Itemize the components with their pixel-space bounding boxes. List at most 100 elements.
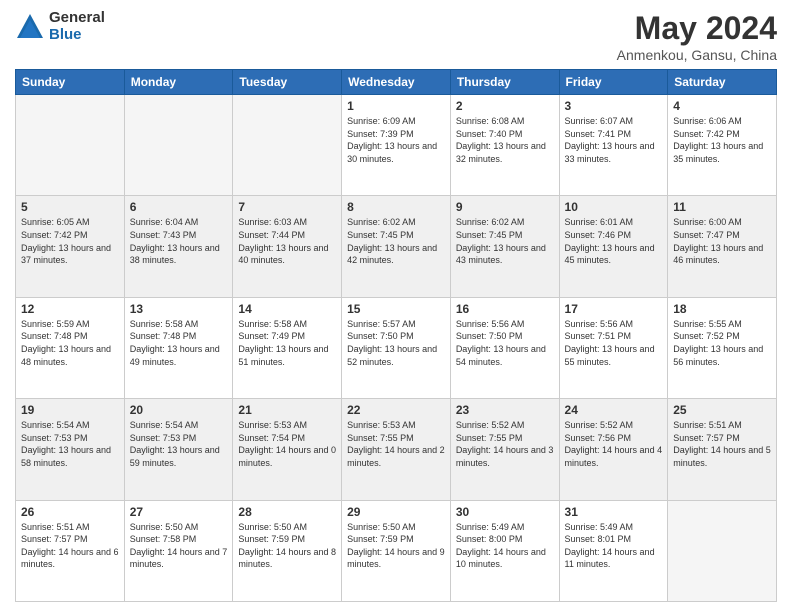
day-info: Sunrise: 5:55 AMSunset: 7:52 PMDaylight:… [673, 318, 771, 368]
calendar-week-row: 5 Sunrise: 6:05 AMSunset: 7:42 PMDaylight… [16, 196, 777, 297]
table-row: 17 Sunrise: 5:56 AMSunset: 7:51 PMDayligh… [559, 297, 668, 398]
title-section: May 2024 Anmenkou, Gansu, China [617, 10, 777, 63]
day-info: Sunrise: 5:56 AMSunset: 7:51 PMDaylight:… [565, 318, 663, 368]
day-info: Sunrise: 6:00 AMSunset: 7:47 PMDaylight:… [673, 216, 771, 266]
day-info: Sunrise: 6:02 AMSunset: 7:45 PMDaylight:… [456, 216, 554, 266]
table-row: 3 Sunrise: 6:07 AMSunset: 7:41 PMDaylight… [559, 95, 668, 196]
day-number: 17 [565, 302, 663, 316]
logo-icon [15, 12, 45, 42]
col-saturday: Saturday [668, 70, 777, 95]
table-row: 4Sunrise: 6:06 AMSunset: 7:42 PMDaylight… [668, 95, 777, 196]
day-number: 28 [238, 505, 336, 519]
day-info: Sunrise: 6:02 AMSunset: 7:45 PMDaylight:… [347, 216, 445, 266]
table-row: 13 Sunrise: 5:58 AMSunset: 7:48 PMDayligh… [124, 297, 233, 398]
table-row [233, 95, 342, 196]
table-row: 12 Sunrise: 5:59 AMSunset: 7:48 PMDayligh… [16, 297, 125, 398]
day-info: Sunrise: 6:05 AMSunset: 7:42 PMDaylight:… [21, 216, 119, 266]
table-row: 26Sunrise: 5:51 AMSunset: 7:57 PMDayligh… [16, 500, 125, 601]
col-friday: Friday [559, 70, 668, 95]
table-row: 31Sunrise: 5:49 AMSunset: 8:01 PMDayligh… [559, 500, 668, 601]
table-row: 2 Sunrise: 6:08 AMSunset: 7:40 PMDaylight… [450, 95, 559, 196]
table-row: 16Sunrise: 5:56 AMSunset: 7:50 PMDayligh… [450, 297, 559, 398]
calendar-header-row: Sunday Monday Tuesday Wednesday Thursday… [16, 70, 777, 95]
day-info: Sunrise: 5:53 AMSunset: 7:55 PMDaylight:… [347, 419, 445, 469]
table-row: 14 Sunrise: 5:58 AMSunset: 7:49 PMDayligh… [233, 297, 342, 398]
day-info: Sunrise: 6:03 AMSunset: 7:44 PMDaylight:… [238, 216, 336, 266]
main-title: May 2024 [617, 10, 777, 47]
day-info: Sunrise: 5:52 AMSunset: 7:55 PMDaylight:… [456, 419, 554, 469]
day-info: Sunrise: 6:01 AMSunset: 7:46 PMDaylight:… [565, 216, 663, 266]
day-number: 29 [347, 505, 445, 519]
table-row: 8Sunrise: 6:02 AMSunset: 7:45 PMDaylight… [342, 196, 451, 297]
day-number: 21 [238, 403, 336, 417]
day-number: 14 [238, 302, 336, 316]
table-row: 5 Sunrise: 6:05 AMSunset: 7:42 PMDaylight… [16, 196, 125, 297]
day-info: Sunrise: 5:50 AMSunset: 7:59 PMDaylight:… [238, 521, 336, 571]
day-info: Sunrise: 5:56 AMSunset: 7:50 PMDaylight:… [456, 318, 554, 368]
table-row: 29 Sunrise: 5:50 AMSunset: 7:59 PMDayligh… [342, 500, 451, 601]
day-number: 3 [565, 99, 663, 113]
day-info: Sunrise: 5:52 AMSunset: 7:56 PMDaylight:… [565, 419, 663, 469]
day-info: Sunrise: 5:59 AMSunset: 7:48 PMDaylight:… [21, 318, 119, 368]
calendar-week-row: 1Sunrise: 6:09 AMSunset: 7:39 PMDaylight… [16, 95, 777, 196]
logo-text: General Blue [49, 10, 105, 43]
day-number: 13 [130, 302, 228, 316]
day-info: Sunrise: 5:54 AMSunset: 7:53 PMDaylight:… [130, 419, 228, 469]
table-row [16, 95, 125, 196]
day-number: 19 [21, 403, 119, 417]
day-number: 9 [456, 200, 554, 214]
logo: General Blue [15, 10, 105, 43]
day-number: 26 [21, 505, 119, 519]
day-info: Sunrise: 6:09 AMSunset: 7:39 PMDaylight:… [347, 115, 445, 165]
header: General Blue May 2024 Anmenkou, Gansu, C… [15, 10, 777, 63]
day-number: 27 [130, 505, 228, 519]
day-info: Sunrise: 6:07 AMSunset: 7:41 PMDaylight:… [565, 115, 663, 165]
table-row: 25Sunrise: 5:51 AMSunset: 7:57 PMDayligh… [668, 399, 777, 500]
table-row: 18 Sunrise: 5:55 AMSunset: 7:52 PMDayligh… [668, 297, 777, 398]
table-row: 1Sunrise: 6:09 AMSunset: 7:39 PMDaylight… [342, 95, 451, 196]
day-number: 24 [565, 403, 663, 417]
day-number: 7 [238, 200, 336, 214]
table-row: 24 Sunrise: 5:52 AMSunset: 7:56 PMDayligh… [559, 399, 668, 500]
table-row [668, 500, 777, 601]
table-row: 23 Sunrise: 5:52 AMSunset: 7:55 PMDayligh… [450, 399, 559, 500]
day-info: Sunrise: 6:04 AMSunset: 7:43 PMDaylight:… [130, 216, 228, 266]
day-info: Sunrise: 5:50 AMSunset: 7:58 PMDaylight:… [130, 521, 228, 571]
day-info: Sunrise: 5:58 AMSunset: 7:49 PMDaylight:… [238, 318, 336, 368]
calendar-week-row: 26Sunrise: 5:51 AMSunset: 7:57 PMDayligh… [16, 500, 777, 601]
day-info: Sunrise: 5:57 AMSunset: 7:50 PMDaylight:… [347, 318, 445, 368]
table-row [124, 95, 233, 196]
table-row: 10 Sunrise: 6:01 AMSunset: 7:46 PMDayligh… [559, 196, 668, 297]
day-number: 15 [347, 302, 445, 316]
col-sunday: Sunday [16, 70, 125, 95]
day-number: 31 [565, 505, 663, 519]
day-info: Sunrise: 6:06 AMSunset: 7:42 PMDaylight:… [673, 115, 771, 165]
col-wednesday: Wednesday [342, 70, 451, 95]
day-info: Sunrise: 5:58 AMSunset: 7:48 PMDaylight:… [130, 318, 228, 368]
table-row: 21Sunrise: 5:53 AMSunset: 7:54 PMDayligh… [233, 399, 342, 500]
day-number: 23 [456, 403, 554, 417]
day-number: 30 [456, 505, 554, 519]
day-number: 22 [347, 403, 445, 417]
calendar: Sunday Monday Tuesday Wednesday Thursday… [15, 69, 777, 602]
day-number: 5 [21, 200, 119, 214]
calendar-week-row: 12 Sunrise: 5:59 AMSunset: 7:48 PMDayligh… [16, 297, 777, 398]
day-info: Sunrise: 5:49 AMSunset: 8:00 PMDaylight:… [456, 521, 554, 571]
col-tuesday: Tuesday [233, 70, 342, 95]
table-row: 19Sunrise: 5:54 AMSunset: 7:53 PMDayligh… [16, 399, 125, 500]
day-number: 12 [21, 302, 119, 316]
logo-general: General [49, 10, 105, 27]
day-number: 11 [673, 200, 771, 214]
day-info: Sunrise: 5:50 AMSunset: 7:59 PMDaylight:… [347, 521, 445, 571]
table-row: 9 Sunrise: 6:02 AMSunset: 7:45 PMDaylight… [450, 196, 559, 297]
day-info: Sunrise: 6:08 AMSunset: 7:40 PMDaylight:… [456, 115, 554, 165]
table-row: 22 Sunrise: 5:53 AMSunset: 7:55 PMDayligh… [342, 399, 451, 500]
page: General Blue May 2024 Anmenkou, Gansu, C… [0, 0, 792, 612]
col-thursday: Thursday [450, 70, 559, 95]
day-number: 10 [565, 200, 663, 214]
day-info: Sunrise: 5:51 AMSunset: 7:57 PMDaylight:… [673, 419, 771, 469]
day-number: 18 [673, 302, 771, 316]
day-number: 2 [456, 99, 554, 113]
table-row: 6Sunrise: 6:04 AMSunset: 7:43 PMDaylight… [124, 196, 233, 297]
calendar-week-row: 19 Sunrise: 5:54 AMSunset: 7:53 PMDayligh… [16, 399, 777, 500]
